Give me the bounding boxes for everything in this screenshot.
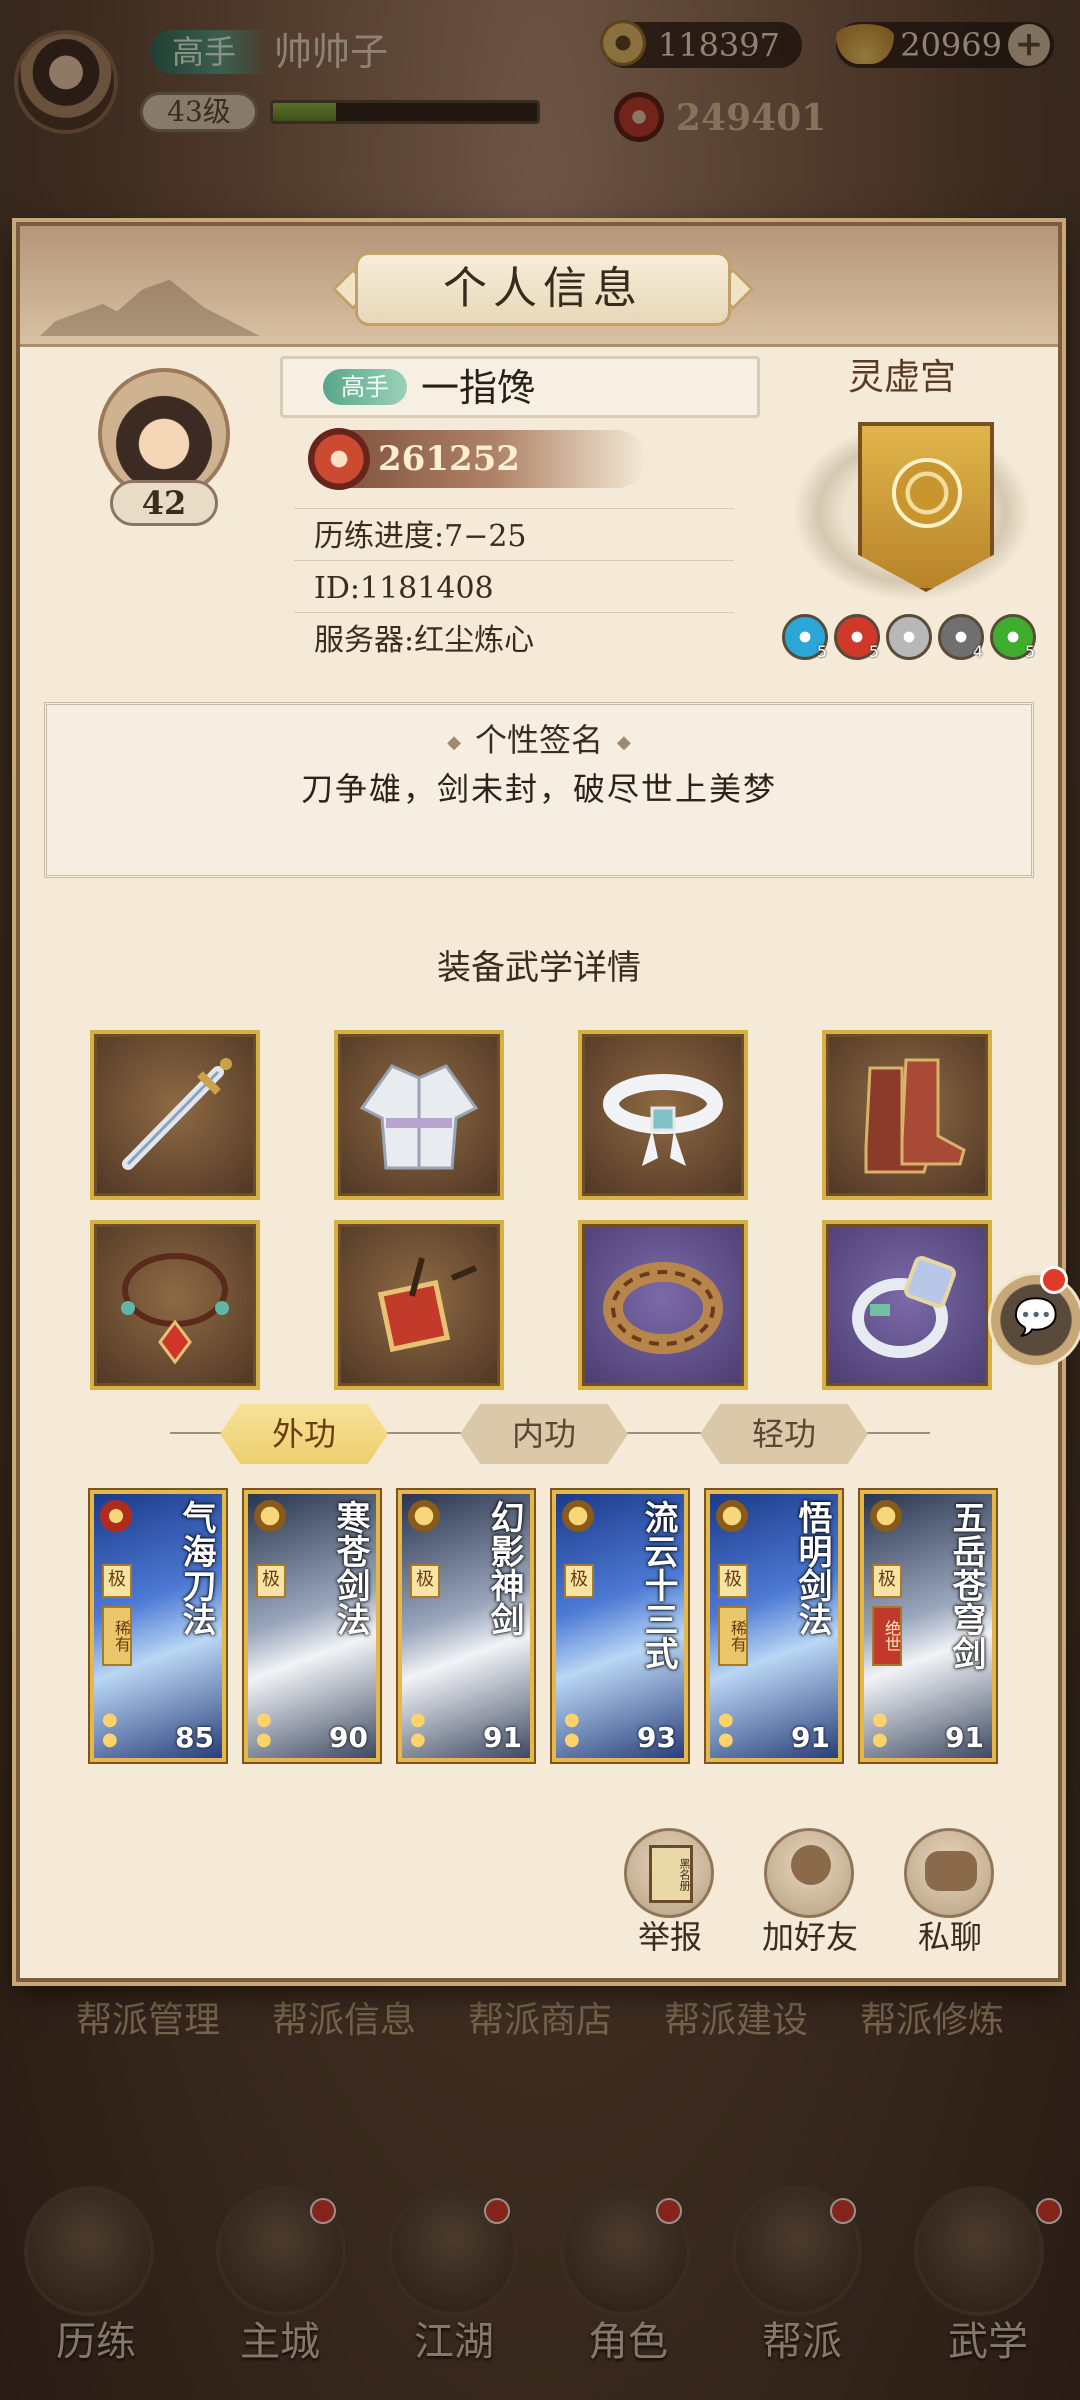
martial-art-name: 五岳苍穹剑: [946, 1500, 986, 1670]
equip-slot-amulet[interactable]: [334, 1220, 504, 1390]
badge-count: 5: [816, 642, 827, 661]
blue-element-badge-icon: 5: [782, 614, 828, 661]
equip-slot-armor[interactable]: [334, 1030, 504, 1200]
equip-slot-necklace[interactable]: [90, 1220, 260, 1390]
signature-text: 刀争雄，剑未封，破尽世上美梦: [300, 770, 777, 808]
add-friend-icon: [791, 1845, 831, 1885]
player-level: 42: [110, 480, 218, 526]
notification-dot: [1040, 1266, 1068, 1294]
martial-art-name: 幻影神剑: [484, 1500, 524, 1636]
player-rank-badge: 高手: [323, 369, 407, 405]
equipment-title: 装备武学详情: [437, 948, 641, 988]
tab-internal[interactable]: 内功: [460, 1404, 628, 1464]
grade-badge: 极: [410, 1564, 440, 1598]
star-dots-icon: ● ●: [718, 1709, 734, 1750]
grade-badge: 极: [102, 1564, 132, 1598]
martial-art-name: 寒苍剑法: [330, 1500, 370, 1636]
equip-slot-ring[interactable]: [822, 1220, 992, 1390]
report-button[interactable]: 黑名册: [624, 1828, 714, 1918]
private-chat-button[interactable]: [904, 1828, 994, 1918]
martial-art-level: 91: [483, 1721, 522, 1754]
equip-slot-bracelet[interactable]: [578, 1220, 748, 1390]
school-seal-icon: [254, 1500, 286, 1532]
profile-panel: 个人信息 42 高手 一指馋 261252 历练进度:7−25 ID:11814…: [16, 222, 1062, 1982]
martial-art-card[interactable]: 极 幻影神剑 ● ● 91: [398, 1490, 534, 1762]
martial-art-level: 90: [329, 1721, 368, 1754]
martial-art-level: 91: [945, 1721, 984, 1754]
panel-title: 个人信息: [355, 252, 731, 326]
martial-art-level: 85: [175, 1721, 214, 1754]
school-seal-icon: [870, 1500, 902, 1532]
school-seal-icon: [562, 1500, 594, 1532]
add-friend-button[interactable]: [764, 1828, 854, 1918]
martial-art-name: 流云十三式: [638, 1500, 678, 1670]
rarity-tag: 稀有: [102, 1606, 132, 1666]
star-dots-icon: ● ●: [256, 1709, 272, 1750]
belt-icon: [603, 1074, 723, 1166]
guild-name: 灵虚宫: [848, 357, 957, 398]
ring-icon: [852, 1256, 956, 1358]
equip-slot-weapon[interactable]: [90, 1030, 260, 1200]
grade-badge: 极: [256, 1564, 286, 1598]
martial-art-card[interactable]: 极稀有 悟明剑法 ● ● 91: [706, 1490, 842, 1762]
amulet-icon: [377, 1257, 478, 1353]
report-label[interactable]: 举报: [590, 1916, 750, 1958]
rarity-tag: 绝世: [872, 1606, 902, 1666]
panel-header: 个人信息: [20, 226, 1058, 347]
grade-badge: 极: [872, 1564, 902, 1598]
green-element-badge-icon: 5: [990, 614, 1036, 661]
player-combat-power: 261252: [308, 428, 646, 490]
star-dots-icon: ● ●: [564, 1709, 580, 1750]
signature-box: 个性签名 刀争雄，剑未封，破尽世上美梦: [44, 702, 1034, 878]
school-seal-icon: [100, 1500, 132, 1532]
combat-power-icon: [308, 428, 370, 490]
badge-count: 5: [868, 642, 879, 661]
grade-badge: 极: [718, 1564, 748, 1598]
chat-icon: [925, 1851, 977, 1891]
dark-element-badge-icon: 4: [938, 614, 984, 661]
mountain-decoration: [40, 273, 260, 336]
blacklist-book-icon: 黑名册: [649, 1845, 693, 1903]
rarity-tag: 稀有: [718, 1606, 748, 1666]
private-chat-label[interactable]: 私聊: [870, 1916, 1030, 1958]
tab-external[interactable]: 外功: [220, 1404, 388, 1464]
chat-bubble-icon: 💬: [1013, 1297, 1059, 1338]
sword-icon: [122, 1058, 232, 1170]
school-seal-icon: [408, 1500, 440, 1532]
star-dots-icon: ● ●: [410, 1709, 426, 1750]
grade-badge: 极: [564, 1564, 594, 1598]
martial-art-card[interactable]: 极 流云十三式 ● ● 93: [552, 1490, 688, 1762]
add-friend-label[interactable]: 加好友: [730, 1916, 890, 1958]
player-name-box: 高手 一指馋: [280, 356, 760, 418]
player-id: ID:1181408: [294, 560, 734, 612]
martial-art-level: 93: [637, 1721, 676, 1754]
dragon-emblem-icon: [892, 458, 962, 528]
silver-element-badge-icon: [886, 614, 932, 660]
training-progress: 历练进度:7−25: [294, 508, 734, 560]
badge-count: 4: [972, 642, 983, 661]
star-dots-icon: ● ●: [102, 1709, 118, 1750]
star-dots-icon: ● ●: [872, 1709, 888, 1750]
combat-power-value: 261252: [378, 439, 520, 479]
school-seal-icon: [716, 1500, 748, 1532]
player-name: 一指馋: [421, 366, 536, 410]
martial-art-level: 91: [791, 1721, 830, 1754]
robe-icon: [359, 1064, 479, 1170]
tab-lightness[interactable]: 轻功: [700, 1404, 868, 1464]
martial-art-name: 悟明剑法: [792, 1500, 832, 1636]
bracelet-icon: [603, 1262, 723, 1354]
equip-slot-belt[interactable]: [578, 1030, 748, 1200]
equip-slot-boots[interactable]: [822, 1030, 992, 1200]
signature-title: 个性签名: [47, 719, 1031, 764]
necklace-icon: [121, 1253, 229, 1365]
martial-art-name: 气海刀法: [176, 1500, 216, 1636]
player-server: 服务器:红尘炼心: [294, 612, 734, 664]
fire-element-badge-icon: 5: [834, 614, 880, 661]
martial-art-card[interactable]: 极绝世 五岳苍穹剑 ● ● 91: [860, 1490, 996, 1762]
boots-icon: [864, 1058, 966, 1174]
martial-art-card[interactable]: 极稀有 气海刀法 ● ● 85: [90, 1490, 226, 1762]
martial-art-card[interactable]: 极 寒苍剑法 ● ● 90: [244, 1490, 380, 1762]
badge-count: 5: [1024, 642, 1035, 661]
